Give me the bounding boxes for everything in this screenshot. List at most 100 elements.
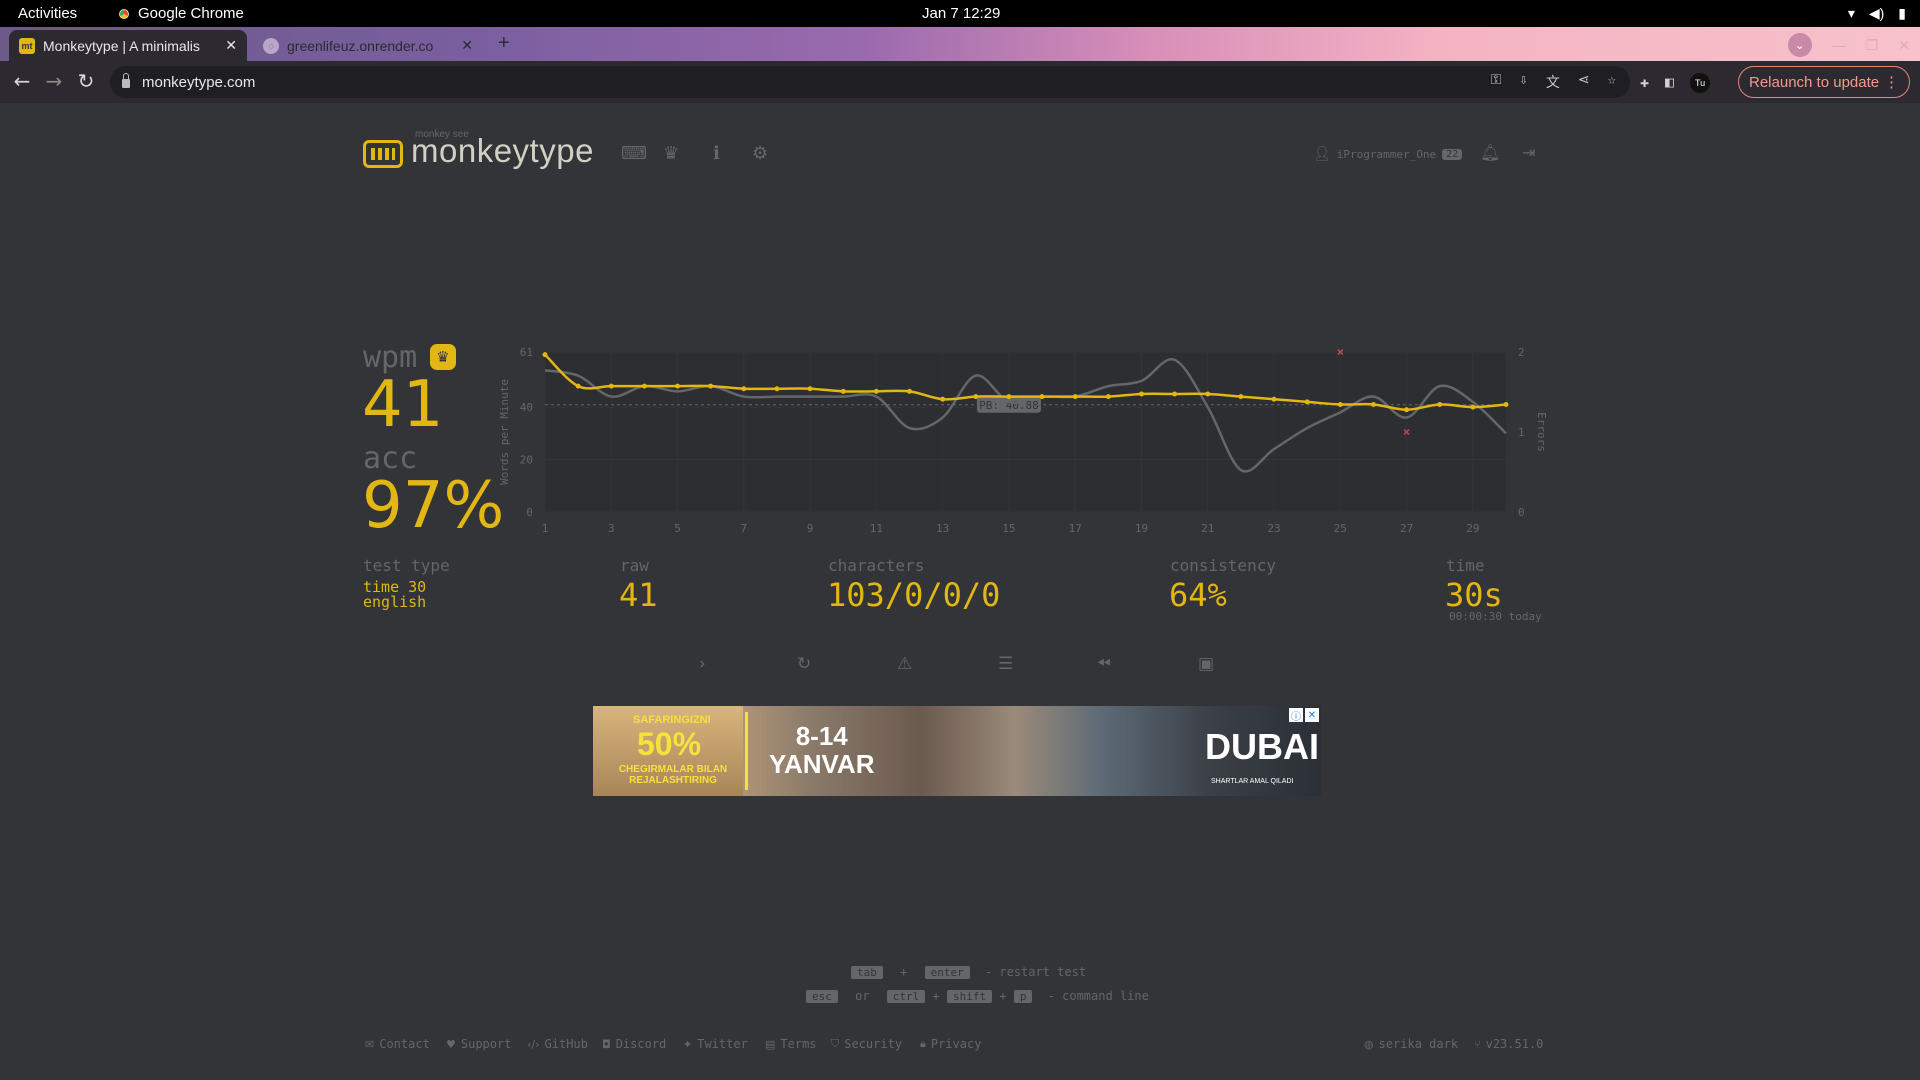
- footer-discord[interactable]: ◘ Discord: [602, 1037, 666, 1051]
- command-line-hint: esc or ctrl + shift + p - command line: [806, 989, 1149, 1003]
- share-icon[interactable]: ⋖: [1578, 72, 1590, 92]
- footer-twitter[interactable]: ✦ Twitter: [683, 1037, 748, 1051]
- wpm-point: [575, 383, 581, 389]
- wpm-point: [675, 383, 681, 389]
- wpm-chart[interactable]: 1 3 5 7 9 11 13 15 17 19 21 23 25 27 29 0 20 40 61 0 1 2 Words…: [490, 340, 1560, 540]
- level-badge: 22: [1442, 148, 1463, 160]
- account-button[interactable]: 👤︎ iProgrammer_One 22: [1313, 146, 1463, 162]
- lock-icon[interactable]: [122, 73, 130, 88]
- footer-contact[interactable]: ✉ Contact: [365, 1037, 430, 1051]
- settings-gear-icon[interactable]: ⚙: [752, 143, 768, 164]
- wifi-icon: ▾: [1847, 5, 1855, 21]
- system-tray[interactable]: ▾ ◀) ▮: [1848, 5, 1906, 22]
- discord-icon: ◘: [602, 1037, 611, 1051]
- bookmark-star-icon[interactable]: ☆: [1608, 72, 1616, 92]
- address-bar[interactable]: monkeytype.com ⚿ ⇩ ⽂ ⋖ ☆: [110, 66, 1630, 98]
- ad-info-icon[interactable]: ⓘ: [1289, 708, 1303, 723]
- footer-version[interactable]: ⑂ v23.51.0: [1474, 1037, 1543, 1051]
- install-icon[interactable]: ⇩: [1519, 72, 1527, 92]
- next-test-icon[interactable]: ›: [699, 654, 706, 674]
- profile-avatar[interactable]: Tu: [1690, 73, 1711, 93]
- ad-line3: CHEGIRMALAR BILAN REJALASHTIRING: [618, 764, 728, 786]
- report-icon[interactable]: ⚠: [897, 654, 912, 674]
- logout-icon[interactable]: ⇥: [1522, 143, 1535, 162]
- forward-icon[interactable]: →: [42, 69, 66, 93]
- ad-close-icon[interactable]: ✕: [1305, 708, 1319, 722]
- ad-choices[interactable]: ⓘ ✕: [1289, 708, 1319, 723]
- globe-icon: ◌: [263, 37, 279, 54]
- footer-link-label: GitHub: [544, 1037, 588, 1051]
- info-icon[interactable]: ℹ: [713, 143, 720, 164]
- version-text: v23.51.0: [1485, 1037, 1544, 1051]
- side-panel-icon[interactable]: ◧: [1665, 73, 1674, 93]
- omnibox-actions: ⚿ ⇩ ⽂ ⋖ ☆: [1491, 72, 1616, 92]
- notifications-bell-icon[interactable]: 🔔︎: [1480, 143, 1500, 162]
- words-history-icon[interactable]: ☰: [998, 654, 1013, 674]
- footer-privacy[interactable]: 🔒︎ Privacy: [920, 1037, 981, 1051]
- relaunch-button[interactable]: Relaunch to update ⋮: [1738, 66, 1910, 98]
- ad-month: YANVAR: [769, 749, 875, 779]
- personal-best-crown-icon: ♛: [430, 344, 456, 370]
- window-controls: ⌄ — ❐ ✕: [1787, 33, 1910, 57]
- new-tab-button[interactable]: +: [498, 32, 510, 55]
- footer-terms[interactable]: ▤ Terms: [765, 1037, 817, 1051]
- keyboard-icon[interactable]: ⌨: [621, 143, 647, 164]
- username: iProgrammer_One: [1336, 147, 1437, 161]
- tab-monkeytype[interactable]: mt Monkeytype | A minimalis ✕: [9, 30, 247, 61]
- reload-icon[interactable]: ↻: [74, 69, 98, 93]
- replay-icon[interactable]: ⏪︎: [1097, 654, 1111, 674]
- lock-icon: 🔒︎: [920, 1037, 926, 1050]
- app-menu[interactable]: Google Chrome: [116, 5, 244, 22]
- restore-icon[interactable]: ❐: [1866, 37, 1879, 54]
- close-tab-icon[interactable]: ✕: [225, 37, 237, 54]
- footer-github[interactable]: ‹/› GitHub: [527, 1037, 588, 1051]
- url-text: monkeytype.com: [142, 73, 256, 91]
- plus-sign: +: [932, 989, 940, 1003]
- wpm-point: [1238, 394, 1244, 400]
- back-icon[interactable]: ←: [10, 69, 34, 93]
- time-detail: 00:00:30 today: [1449, 610, 1542, 623]
- close-window-icon[interactable]: ✕: [1898, 37, 1910, 54]
- characters-value: 103/0/0/0: [827, 576, 1001, 614]
- footer-security[interactable]: ⛉ Security: [831, 1037, 902, 1051]
- wpm-point: [1404, 407, 1410, 413]
- plus-sign: +: [900, 965, 908, 979]
- y-tick-label: 20: [520, 454, 533, 467]
- menu-dots-icon[interactable]: ⋮: [1884, 73, 1899, 91]
- advertisement-banner[interactable]: SAFARINGIZNI 50% CHEGIRMALAR BILAN REJAL…: [593, 706, 1321, 796]
- y-tick-label: 0: [526, 506, 533, 519]
- minimize-icon[interactable]: —: [1832, 37, 1846, 53]
- y-tick-label: 40: [520, 401, 533, 414]
- footer-link-label: Twitter: [697, 1037, 748, 1051]
- tab-title: greenlifeuz.onrender.co: [287, 37, 434, 54]
- x-tick-label: 7: [741, 522, 748, 535]
- extensions-puzzle-icon[interactable]: ✚: [1640, 73, 1649, 93]
- wpm-point: [1470, 404, 1476, 410]
- chrome-icon: [116, 5, 132, 22]
- footer-theme[interactable]: ◍ serika dark: [1364, 1037, 1458, 1051]
- logo-text[interactable]: monkeytype: [411, 132, 594, 170]
- ad-divider: [745, 712, 748, 790]
- footer-support[interactable]: ♥ Support: [446, 1037, 511, 1051]
- activities-button[interactable]: Activities: [18, 5, 77, 22]
- footer-link-label: Discord: [615, 1037, 667, 1051]
- chart-plot-area: [545, 352, 1506, 512]
- x-tick-label: 27: [1400, 522, 1413, 535]
- close-tab-icon[interactable]: ✕: [461, 37, 473, 54]
- twitter-icon: ✦: [683, 1037, 693, 1051]
- key-icon[interactable]: ⚿: [1491, 72, 1502, 92]
- user-icon: 👤︎: [1313, 146, 1331, 162]
- clock[interactable]: Jan 7 12:29: [922, 5, 1000, 22]
- tab-greenlifeuz[interactable]: ◌ greenlifeuz.onrender.co ✕: [253, 30, 483, 61]
- volume-icon: ◀): [1868, 5, 1885, 21]
- x-tick-label: 9: [807, 522, 814, 535]
- shift-key: shift: [947, 990, 993, 1003]
- tab-search-icon[interactable]: ⌄: [1787, 33, 1812, 57]
- translate-icon[interactable]: ⽂: [1546, 72, 1560, 92]
- keyboard-logo-icon[interactable]: [363, 140, 403, 168]
- wpm-point: [774, 386, 780, 392]
- wpm-point: [1370, 401, 1376, 407]
- screenshot-icon[interactable]: ▣: [1198, 654, 1214, 674]
- restart-icon[interactable]: ↻: [797, 654, 811, 674]
- crown-icon[interactable]: ♛: [663, 143, 679, 164]
